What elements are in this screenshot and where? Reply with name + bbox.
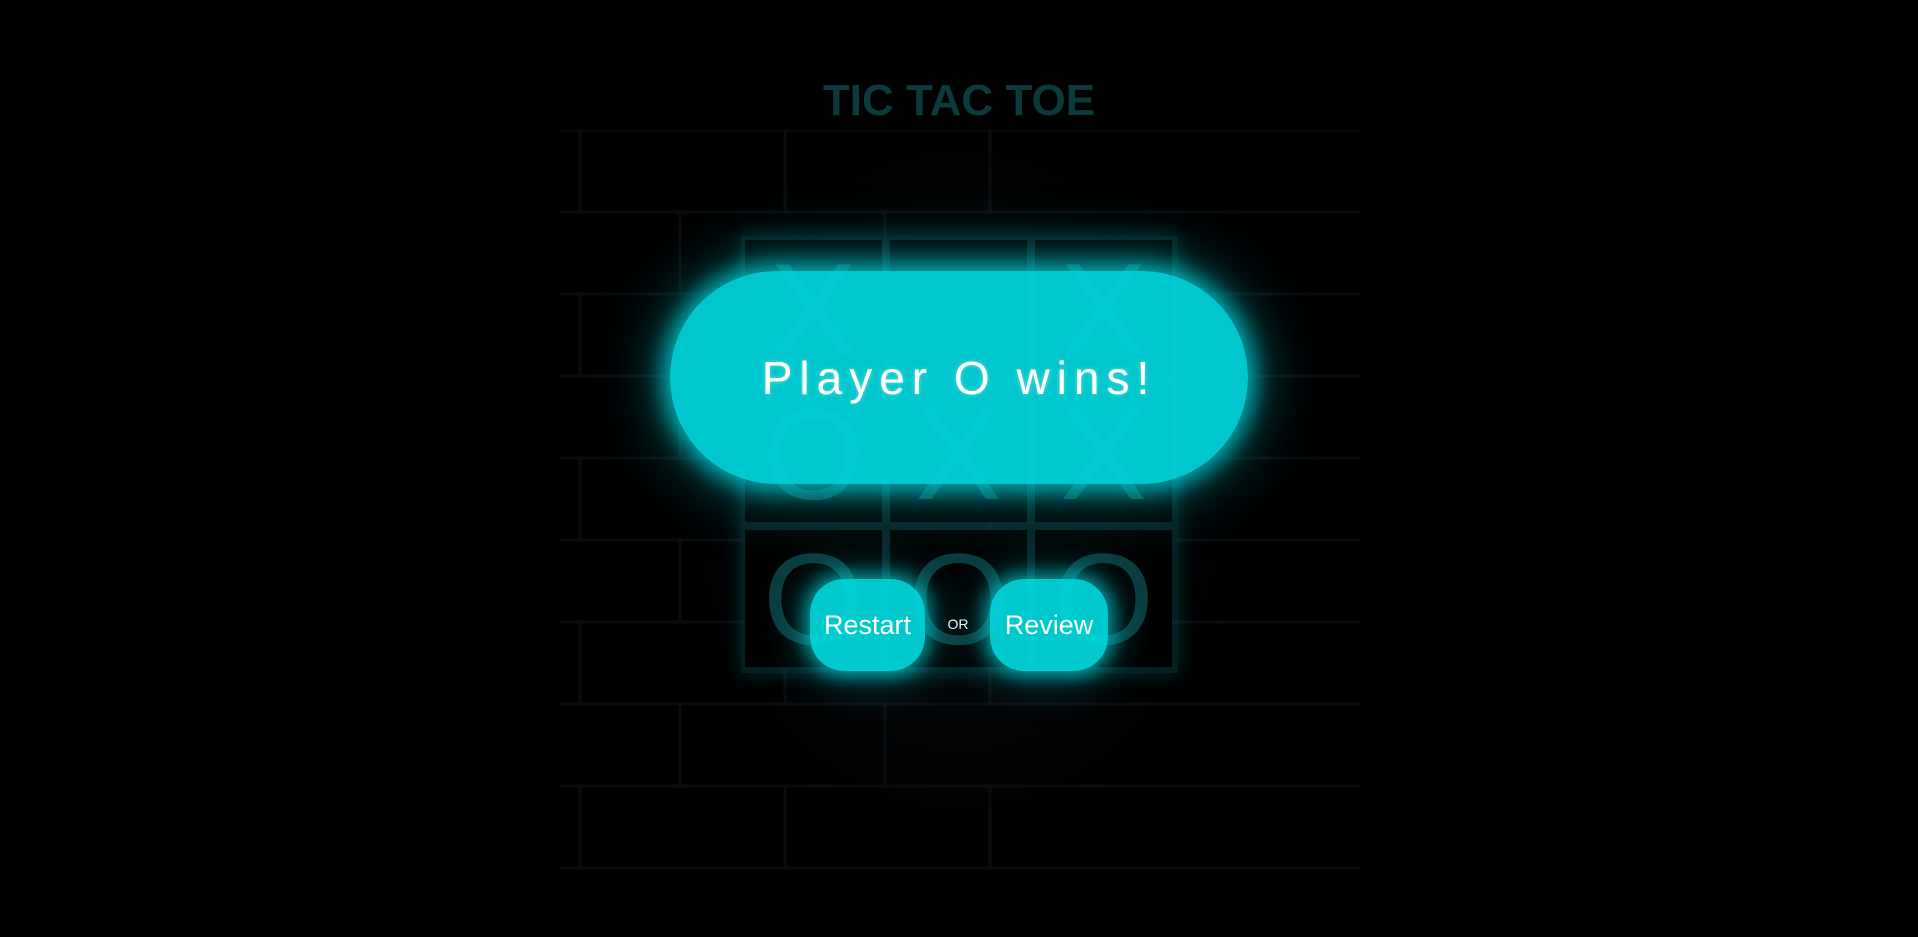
review-button[interactable]: Review [990,579,1108,671]
restart-button[interactable]: Restart [810,579,925,671]
win-message: Player O wins! [761,351,1157,404]
game-title: TIC TAC TOE [822,76,1096,125]
win-message-banner: Player O wins! [670,271,1248,484]
or-separator: OR [947,616,969,632]
game-screen: TIC TAC TOE X X O X X O O O Player O win… [0,0,1918,937]
